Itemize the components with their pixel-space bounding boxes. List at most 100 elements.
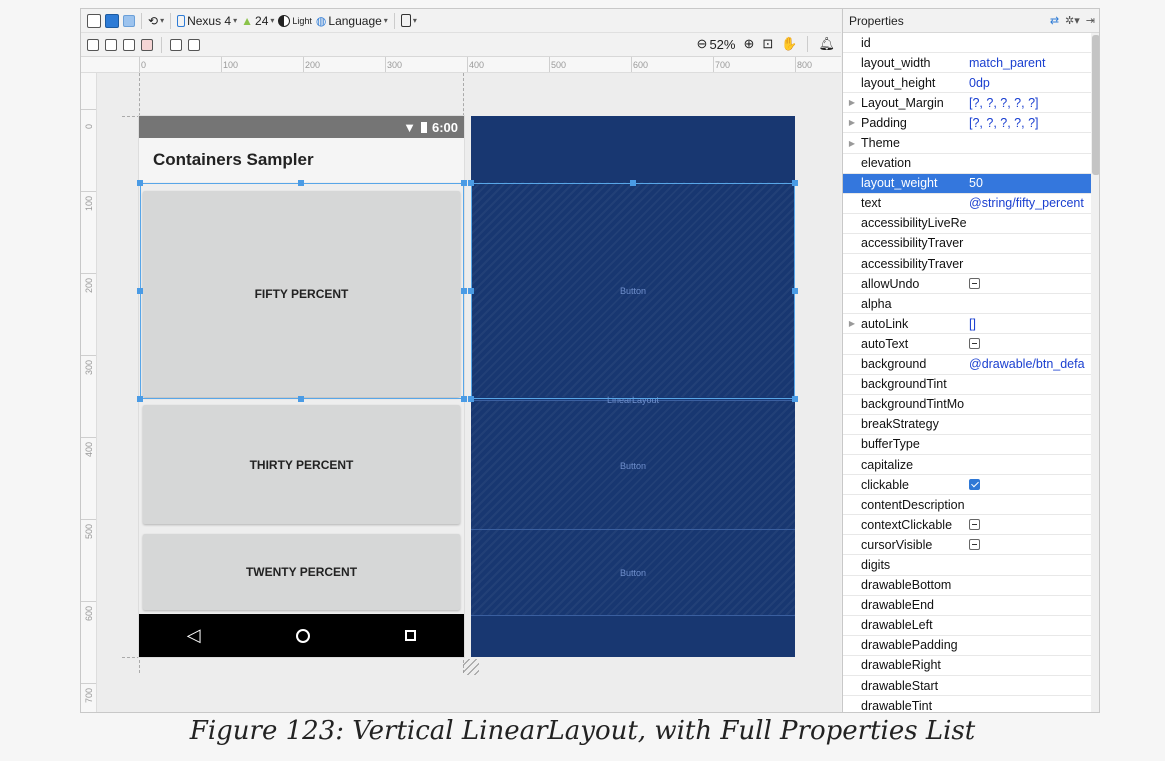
property-row[interactable]: layout_weight 50 bbox=[843, 173, 1099, 194]
property-row[interactable]: layout_width match_parent bbox=[843, 53, 1099, 74]
property-row[interactable]: drawablePadding bbox=[843, 636, 1099, 656]
property-row[interactable]: breakStrategy bbox=[843, 415, 1099, 435]
design-view-icon[interactable] bbox=[87, 13, 101, 28]
property-value[interactable]: [] bbox=[969, 317, 1099, 331]
property-value[interactable]: match_parent bbox=[969, 56, 1099, 70]
zoom-in-icon[interactable]: ⊕ bbox=[743, 36, 754, 52]
fifty-percent-button[interactable]: FIFTY PERCENT bbox=[143, 191, 460, 397]
property-row[interactable]: bufferType bbox=[843, 435, 1099, 455]
back-icon[interactable]: ◁ bbox=[187, 625, 201, 646]
property-row[interactable]: backgroundTint bbox=[843, 375, 1099, 395]
design-canvas[interactable]: ▼ 6:00 Containers Sampler FIFTY PERCENT … bbox=[97, 73, 841, 712]
infer-constraints-icon[interactable] bbox=[141, 38, 153, 51]
show-constraints-icon[interactable] bbox=[87, 38, 99, 51]
property-row[interactable]: backgroundTintMo bbox=[843, 395, 1099, 415]
swap-view-icon[interactable]: ⇄ bbox=[1050, 14, 1059, 27]
blueprint-view-icon[interactable] bbox=[105, 13, 119, 28]
checkbox-indeterminate[interactable] bbox=[969, 278, 980, 290]
property-row[interactable]: text @string/fifty_percent bbox=[843, 194, 1099, 214]
resize-corner-icon[interactable] bbox=[463, 659, 479, 675]
hide-panel-icon[interactable]: ⇥ bbox=[1086, 14, 1095, 27]
resize-handle[interactable] bbox=[792, 180, 798, 186]
blueprint-button-twenty[interactable]: Button bbox=[471, 529, 795, 615]
theme-selector[interactable]: Light bbox=[278, 14, 312, 27]
property-row[interactable]: contentDescription bbox=[843, 495, 1099, 516]
resize-handle[interactable] bbox=[137, 180, 143, 186]
twenty-percent-button[interactable]: TWENTY PERCENT bbox=[143, 534, 460, 610]
property-row[interactable]: accessibilityTraver bbox=[843, 254, 1099, 275]
device-frame-selector[interactable]: ▾ bbox=[400, 14, 417, 27]
property-row[interactable]: accessibilityTraver bbox=[843, 234, 1099, 255]
property-row[interactable]: drawableTint bbox=[843, 696, 1099, 712]
checkbox-indeterminate[interactable] bbox=[969, 539, 980, 551]
pan-hand-icon[interactable]: ✋ bbox=[781, 36, 797, 52]
expand-arrow-icon[interactable]: ▶ bbox=[843, 319, 861, 328]
home-icon[interactable] bbox=[295, 628, 310, 643]
property-row[interactable]: accessibilityLiveRe bbox=[843, 214, 1099, 234]
property-value[interactable]: 50 bbox=[969, 176, 1099, 190]
api-selector[interactable]: ▲ 24 ▾ bbox=[241, 14, 274, 28]
property-row[interactable]: autoText bbox=[843, 334, 1099, 355]
resize-handle[interactable] bbox=[468, 180, 474, 186]
property-row[interactable]: background @drawable/btn_defa bbox=[843, 355, 1099, 375]
zoom-out-icon[interactable]: ⊖ bbox=[697, 36, 708, 52]
device-selector[interactable]: Nexus 4 ▾ bbox=[177, 14, 237, 28]
checkbox-indeterminate[interactable] bbox=[969, 338, 980, 350]
checkbox-indeterminate[interactable] bbox=[969, 519, 980, 531]
property-value[interactable]: [?, ?, ?, ?, ?] bbox=[969, 116, 1099, 130]
property-row[interactable]: ▶ autoLink [] bbox=[843, 314, 1099, 335]
property-row[interactable]: drawableLeft bbox=[843, 616, 1099, 636]
property-row[interactable]: ▶ Theme bbox=[843, 133, 1099, 154]
expand-arrow-icon[interactable]: ▶ bbox=[843, 118, 861, 127]
zoom-fit-icon[interactable]: ⊡ bbox=[762, 36, 773, 52]
resize-handle[interactable] bbox=[792, 288, 798, 294]
notification-bell-icon[interactable]: 🔔︎ bbox=[818, 36, 835, 52]
resize-handle[interactable] bbox=[298, 396, 304, 402]
resize-handle[interactable] bbox=[792, 396, 798, 402]
resize-handle[interactable] bbox=[468, 288, 474, 294]
clear-constraints-icon[interactable] bbox=[123, 38, 135, 51]
thirty-percent-button[interactable]: THIRTY PERCENT bbox=[143, 405, 460, 524]
property-value[interactable]: @drawable/btn_defa bbox=[969, 357, 1099, 371]
recents-icon[interactable] bbox=[405, 630, 417, 641]
expand-horizontal-icon[interactable] bbox=[170, 38, 182, 51]
resize-handle[interactable] bbox=[137, 396, 143, 402]
resize-handle[interactable] bbox=[468, 396, 474, 402]
expand-vertical-icon[interactable] bbox=[188, 38, 200, 51]
property-row[interactable]: cursorVisible bbox=[843, 535, 1099, 556]
property-row[interactable]: contextClickable bbox=[843, 515, 1099, 536]
both-view-icon[interactable] bbox=[123, 14, 135, 27]
property-row[interactable]: drawableEnd bbox=[843, 596, 1099, 616]
blueprint-button-thirty[interactable]: Button bbox=[471, 400, 795, 529]
language-selector[interactable]: ◍ Language ▾ bbox=[316, 14, 388, 28]
property-row[interactable]: elevation bbox=[843, 154, 1099, 174]
scrollbar-thumb[interactable] bbox=[1092, 35, 1099, 175]
property-row[interactable]: drawableBottom bbox=[843, 576, 1099, 596]
autoconnect-icon[interactable] bbox=[105, 38, 117, 51]
properties-scrollbar[interactable] bbox=[1091, 33, 1099, 712]
property-row[interactable]: drawableStart bbox=[843, 676, 1099, 697]
property-row[interactable]: digits bbox=[843, 555, 1099, 576]
blueprint-button-fifty[interactable]: Button bbox=[471, 182, 795, 397]
orientation-button[interactable]: ⟲ ▾ bbox=[148, 14, 164, 28]
resize-handle[interactable] bbox=[298, 180, 304, 186]
property-row[interactable]: id bbox=[843, 33, 1099, 54]
resize-handle[interactable] bbox=[137, 288, 143, 294]
resize-handle[interactable] bbox=[461, 180, 467, 186]
resize-handle[interactable] bbox=[461, 288, 467, 294]
property-value[interactable]: [?, ?, ?, ?, ?] bbox=[969, 96, 1099, 110]
gear-icon[interactable]: ✲▾ bbox=[1065, 14, 1080, 27]
property-row[interactable]: allowUndo bbox=[843, 274, 1099, 295]
property-row[interactable]: drawableRight bbox=[843, 656, 1099, 676]
property-row[interactable]: clickable bbox=[843, 475, 1099, 496]
property-value[interactable]: 0dp bbox=[969, 76, 1099, 90]
expand-arrow-icon[interactable]: ▶ bbox=[843, 98, 861, 107]
property-row[interactable]: layout_height 0dp bbox=[843, 73, 1099, 94]
property-row[interactable]: ▶ Layout_Margin [?, ?, ?, ?, ?] bbox=[843, 93, 1099, 114]
resize-handle[interactable] bbox=[461, 396, 467, 402]
checkbox-checked[interactable] bbox=[969, 479, 980, 491]
property-row[interactable]: capitalize bbox=[843, 455, 1099, 476]
resize-handle[interactable] bbox=[630, 180, 636, 186]
property-value[interactable]: @string/fifty_percent bbox=[969, 196, 1099, 210]
expand-arrow-icon[interactable]: ▶ bbox=[843, 139, 861, 148]
